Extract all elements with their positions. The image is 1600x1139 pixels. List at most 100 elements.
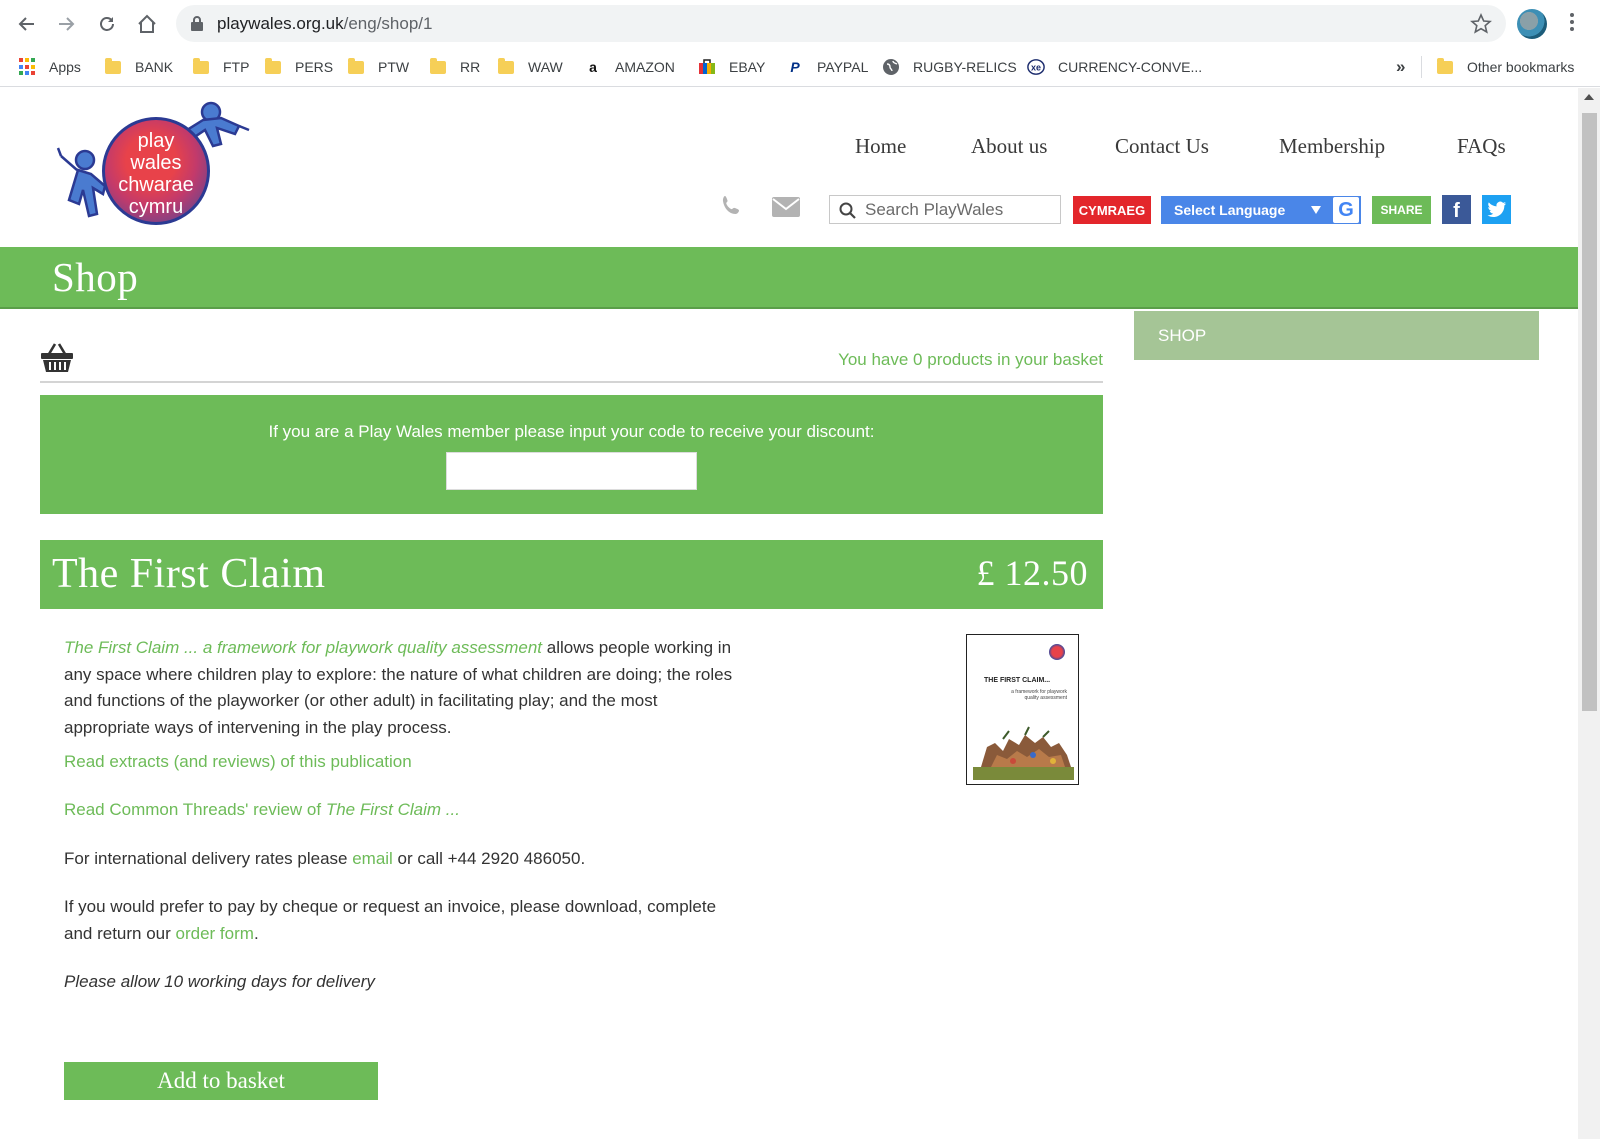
shop-banner: Shop: [0, 247, 1578, 309]
book-cover-image[interactable]: THE FIRST CLAIM... a framework for playw…: [966, 634, 1079, 785]
bookmark-label: CURRENCY-CONVE...: [1058, 59, 1203, 75]
bookmark-star-icon[interactable]: [1470, 13, 1492, 35]
reload-button[interactable]: [91, 8, 123, 40]
nav-contact-us[interactable]: Contact Us: [1115, 134, 1209, 159]
page-scrollbar[interactable]: [1578, 88, 1600, 1139]
bookmark-bank[interactable]: BANK: [105, 55, 173, 79]
nav-home[interactable]: Home: [855, 134, 906, 159]
bookmark-ptw[interactable]: PTW: [348, 55, 409, 79]
select-language-dropdown[interactable]: Select Language G: [1161, 196, 1361, 224]
order-form-link[interactable]: order form: [176, 924, 254, 943]
back-arrow-icon: [18, 17, 34, 31]
add-to-basket-button[interactable]: Add to basket: [64, 1062, 378, 1100]
product-title: The First Claim: [52, 551, 326, 597]
bookmark-other[interactable]: Other bookmarks: [1437, 55, 1574, 79]
forward-arrow-icon: [59, 17, 75, 31]
folder-icon: [193, 57, 209, 74]
extracts-link[interactable]: Read extracts (and reviews) of this publ…: [64, 752, 412, 771]
google-translate-icon: G: [1333, 197, 1359, 223]
basket-status[interactable]: You have 0 products in your basket: [838, 350, 1103, 370]
international-delivery-paragraph: For international delivery rates please …: [64, 846, 764, 873]
nav-faqs[interactable]: FAQs: [1457, 134, 1506, 159]
bookmark-label: Other bookmarks: [1467, 59, 1575, 75]
review-link-prefix: Read Common Threads' review of: [64, 800, 326, 819]
home-icon: [138, 14, 156, 33]
bookmark-apps[interactable]: Apps: [19, 55, 81, 79]
xe-icon: xe: [1027, 58, 1045, 76]
logo-line-1: play: [137, 130, 175, 152]
product-price: £ 12.50: [976, 553, 1088, 593]
extracts-paragraph: Read extracts (and reviews) of this publ…: [64, 749, 764, 776]
site-search: [829, 195, 1061, 224]
bookmark-rugby-relics[interactable]: RUGBY-RELICS: [882, 55, 1017, 79]
bookmark-label: PERS: [295, 59, 334, 75]
bookmark-rr[interactable]: RR: [430, 55, 480, 79]
apps-grid-icon: [19, 58, 37, 76]
amazon-icon: a: [589, 59, 597, 75]
divider: [40, 381, 1103, 383]
delivery-note: Please allow 10 working days for deliver…: [64, 972, 375, 991]
basket-icon[interactable]: [40, 342, 74, 374]
globe-icon: [882, 58, 900, 76]
browser-menu-icon[interactable]: [1562, 10, 1582, 38]
bookmark-label: PTW: [378, 59, 410, 75]
email-icon[interactable]: [771, 196, 801, 218]
browser-toolbar: playwales.org.uk/eng/shop/1: [0, 0, 1600, 47]
chevron-down-icon: [1311, 206, 1321, 214]
folder-icon: [430, 57, 446, 74]
cymraeg-button[interactable]: CYMRAEG: [1073, 196, 1151, 224]
cheque-prefix: If you would prefer to pay by cheque or …: [64, 897, 717, 943]
bookmark-ftp[interactable]: FTP: [193, 55, 249, 79]
folder-icon: [348, 57, 364, 74]
bookmark-amazon[interactable]: a AMAZON: [584, 55, 675, 79]
scroll-up-arrow-icon[interactable]: [1584, 94, 1594, 100]
bookmark-ebay[interactable]: EBAY: [698, 55, 765, 79]
review-link[interactable]: Read Common Threads' review of The First…: [64, 800, 460, 819]
svg-text:xe: xe: [1031, 63, 1041, 73]
facebook-icon[interactable]: f: [1442, 195, 1471, 224]
logo-line-4: cymru: [128, 196, 184, 218]
bookmark-waw[interactable]: WAW: [498, 55, 563, 79]
cheque-suffix: .: [253, 923, 259, 943]
share-button[interactable]: SHARE: [1372, 196, 1431, 224]
scrollbar-thumb[interactable]: [1582, 113, 1597, 711]
twitter-icon[interactable]: [1482, 195, 1511, 224]
nav-about-us[interactable]: About us: [971, 134, 1047, 159]
playground-illustration-icon: [973, 726, 1074, 780]
bookmark-label: AMAZON: [615, 59, 675, 75]
bookmark-label: PAYPAL: [817, 59, 869, 75]
search-icon[interactable]: [839, 202, 856, 219]
folder-icon: [105, 57, 121, 74]
url-path: /eng/shop/1: [343, 14, 433, 33]
profile-avatar[interactable]: [1517, 9, 1547, 39]
folder-icon: [1437, 57, 1453, 74]
page-title: Shop: [52, 254, 139, 300]
back-button[interactable]: [11, 8, 43, 40]
play-wales-seal-icon: [1049, 644, 1065, 660]
bookmark-pers[interactable]: PERS: [265, 55, 333, 79]
intl-prefix: For international delivery rates please: [64, 849, 353, 868]
bookmark-label: FTP: [223, 59, 250, 75]
bookmark-currency-converter[interactable]: xe CURRENCY-CONVE...: [1027, 55, 1202, 79]
cheque-paragraph: If you would prefer to pay by cheque or …: [64, 894, 744, 947]
sidebar-item-shop[interactable]: SHOP: [1134, 311, 1539, 360]
nav-membership[interactable]: Membership: [1279, 134, 1385, 159]
search-input[interactable]: [865, 198, 1055, 221]
ebay-icon: [698, 58, 716, 76]
email-link[interactable]: email: [352, 849, 393, 868]
bookmarks-bar: Apps BANK FTP PERS PTW RR WAW a AMAZON EB…: [0, 47, 1600, 87]
logo-line-3: chwarae: [118, 174, 194, 196]
bookmark-paypal[interactable]: P PAYPAL: [786, 55, 868, 79]
forward-button[interactable]: [50, 8, 82, 40]
site-logo[interactable]: play wales chwarae cymru: [55, 100, 255, 236]
bookmark-label: WAW: [528, 59, 563, 75]
web-page: play wales chwarae cymru Home About us C…: [0, 88, 1578, 1139]
lock-icon: [191, 16, 203, 31]
phone-icon[interactable]: [720, 194, 744, 218]
bookmarks-overflow-button[interactable]: »: [1396, 55, 1405, 79]
product-description-link[interactable]: The First Claim ... a framework for play…: [64, 638, 542, 657]
discount-code-input[interactable]: [446, 452, 697, 490]
home-button[interactable]: [131, 8, 163, 40]
review-link-title: The First Claim ...: [325, 800, 460, 819]
address-bar[interactable]: playwales.org.uk/eng/shop/1: [176, 5, 1506, 42]
